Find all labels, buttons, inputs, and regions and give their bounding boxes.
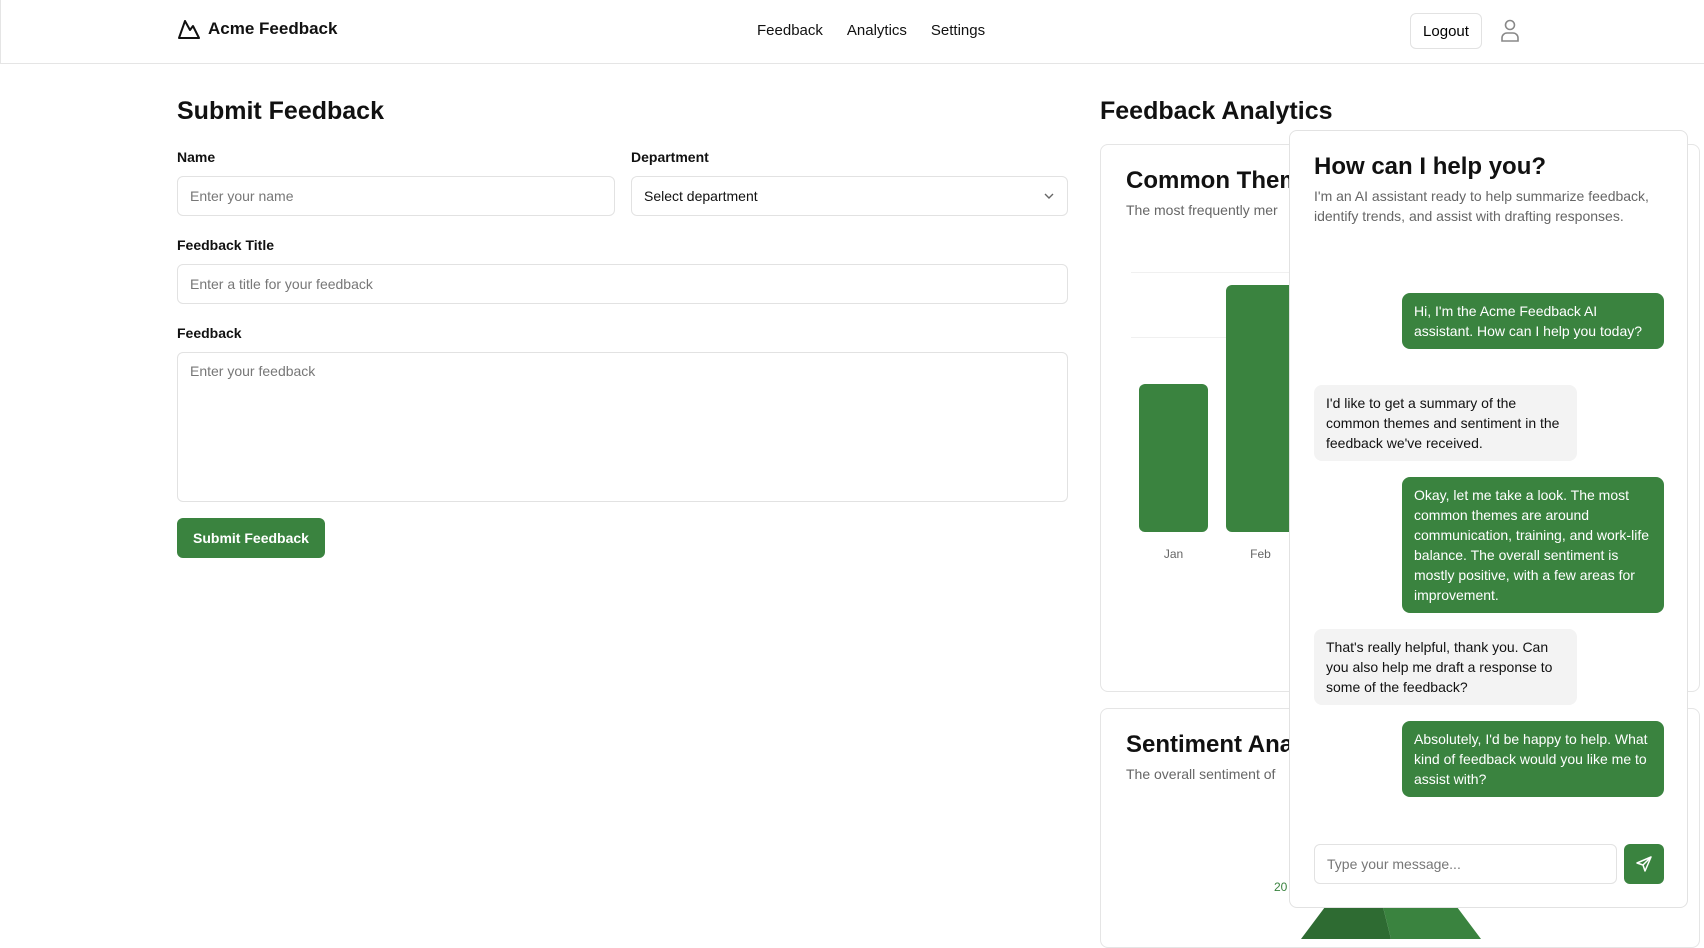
analytics-title: Feedback Analytics [1100, 97, 1333, 125]
x-tick-label: Feb [1250, 547, 1271, 561]
department-label: Department [631, 149, 709, 165]
chat-message-input[interactable]: Type your message... [1314, 844, 1617, 884]
pie-label: 20 [1274, 880, 1288, 894]
chat-title: How can I help you? [1314, 153, 1547, 180]
themes-title: Common Them [1126, 167, 1301, 194]
send-button[interactable] [1624, 844, 1664, 884]
department-select[interactable]: Select department [631, 176, 1068, 216]
sentiment-subtitle: The overall sentiment of [1126, 766, 1276, 782]
user-message: I'd like to get a summary of the common … [1314, 385, 1577, 461]
department-value: Select department [644, 188, 758, 204]
feedback-title-label: Feedback Title [177, 237, 275, 253]
logout-button[interactable]: Logout [1410, 13, 1482, 49]
ai-assistant-panel: How can I help you? I'm an AI assistant … [1289, 130, 1688, 908]
nav-feedback[interactable]: Feedback [757, 22, 823, 39]
user-message: That's really helpful, thank you. Can yo… [1314, 629, 1577, 705]
top-nav: Acme Feedback Feedback Analytics Setting… [0, 0, 1704, 64]
themes-subtitle: The most frequently mer [1126, 202, 1278, 218]
name-input[interactable]: Enter your name [177, 176, 615, 216]
bar-feb[interactable] [1226, 285, 1295, 532]
assistant-message: Okay, let me take a look. The most commo… [1402, 477, 1664, 613]
bar-jan[interactable] [1139, 383, 1208, 532]
feedback-title-input[interactable]: Enter a title for your feedback [177, 264, 1068, 304]
send-icon [1636, 856, 1652, 872]
assistant-message: Absolutely, I'd be happy to help. What k… [1402, 721, 1664, 797]
feedback-label: Feedback [177, 325, 242, 341]
nav-analytics[interactable]: Analytics [847, 22, 907, 39]
brand-name: Acme Feedback [208, 19, 338, 38]
mountain-logo-icon [178, 20, 200, 39]
x-tick-label: Jan [1163, 547, 1184, 561]
brand[interactable]: Acme Feedback [178, 19, 337, 39]
user-icon[interactable] [1499, 18, 1521, 44]
sentiment-title: Sentiment Ana [1126, 731, 1294, 758]
feedback-textarea[interactable]: Enter your feedback [177, 352, 1068, 502]
form-title: Submit Feedback [177, 97, 384, 125]
submit-feedback-button[interactable]: Submit Feedback [177, 518, 325, 558]
nav-settings[interactable]: Settings [931, 22, 985, 39]
chat-subtitle: I'm an AI assistant ready to help summar… [1314, 188, 1649, 224]
chevron-down-icon [1044, 193, 1054, 199]
assistant-message: Hi, I'm the Acme Feedback AI assistant. … [1402, 293, 1664, 349]
name-label: Name [177, 149, 216, 165]
